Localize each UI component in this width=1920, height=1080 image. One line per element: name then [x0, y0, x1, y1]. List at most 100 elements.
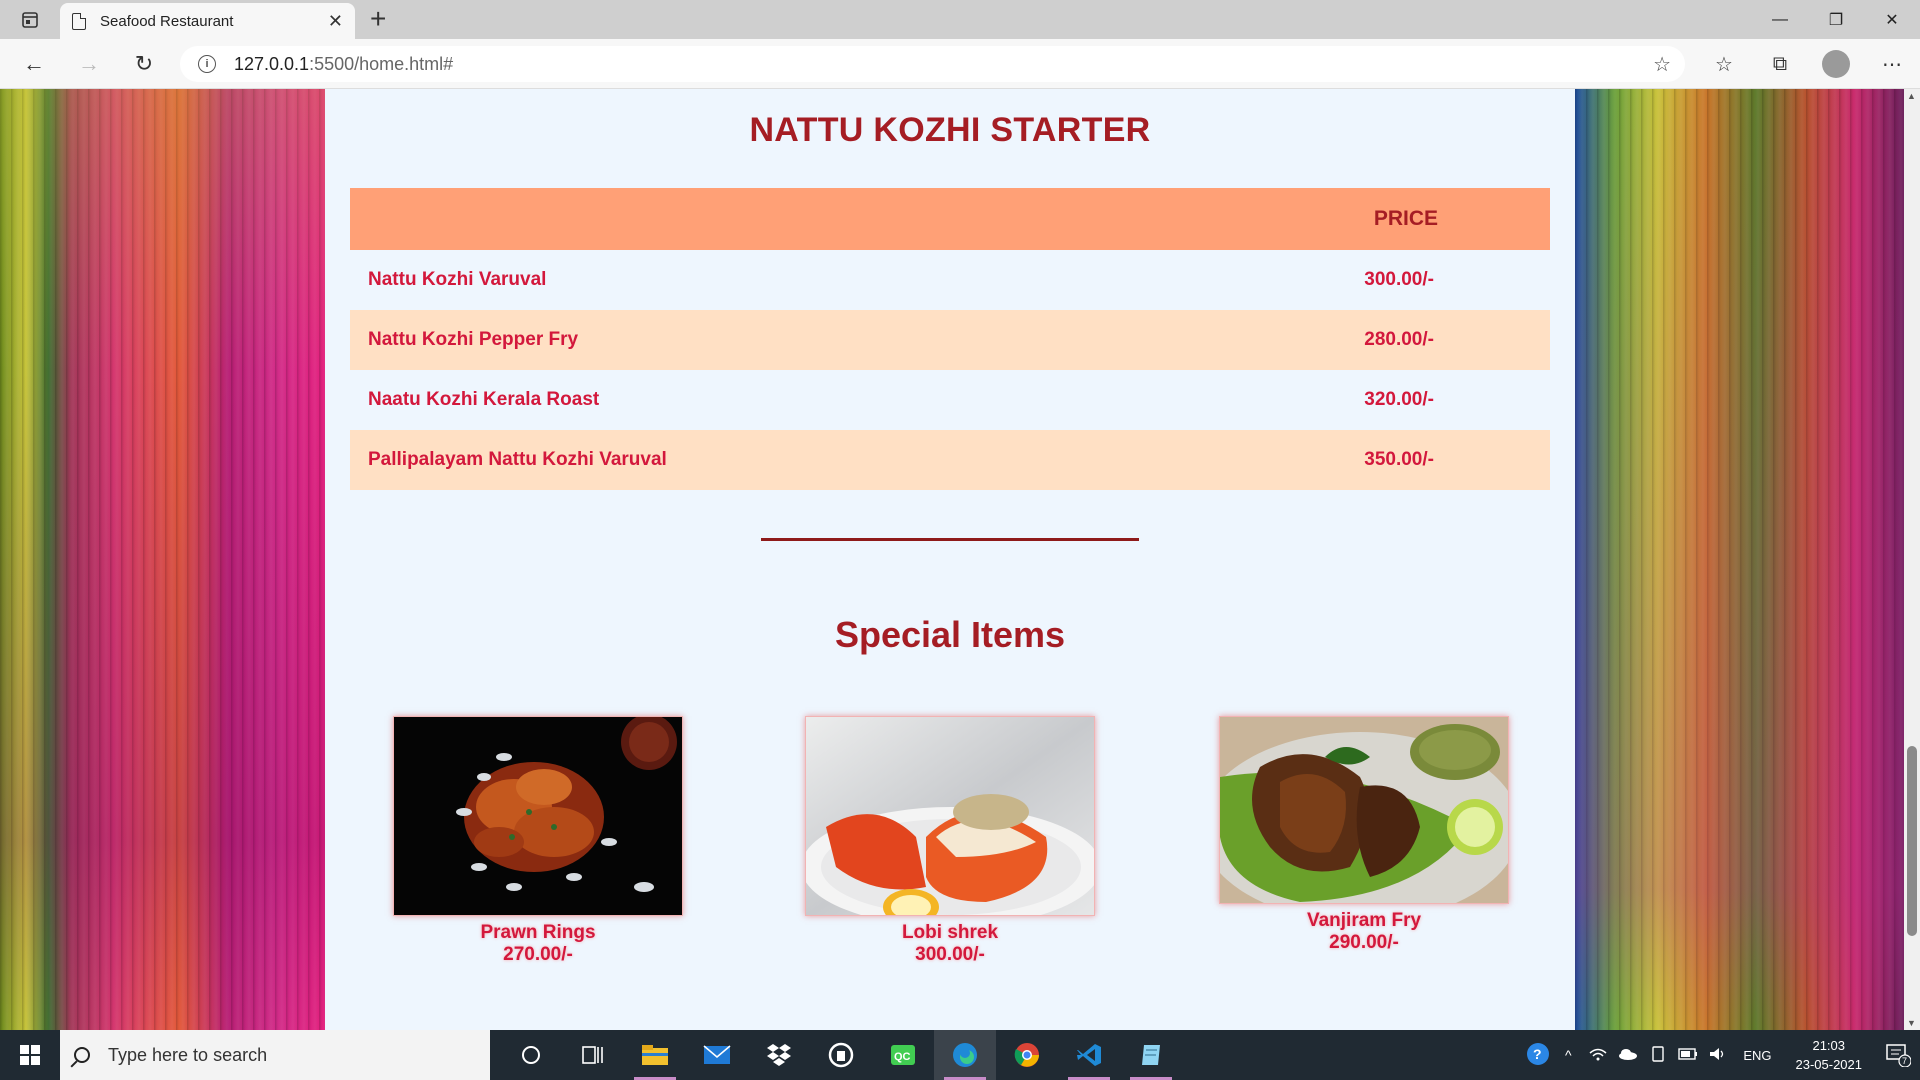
item-name: Pallipalayam Nattu Kozhi Varuval: [368, 449, 667, 470]
wood-background-left: [0, 89, 325, 1030]
active-tab[interactable]: Seafood Restaurant ✕: [60, 3, 355, 39]
tab-actions-button[interactable]: [14, 7, 46, 33]
battery-icon[interactable]: [1675, 1047, 1701, 1063]
dropbox-icon[interactable]: [748, 1030, 810, 1080]
notification-icon: 7: [1886, 1044, 1911, 1067]
notification-center-button[interactable]: 7: [1876, 1030, 1920, 1080]
qt-creator-icon[interactable]: QC: [872, 1030, 934, 1080]
notification-count: 7: [1902, 1056, 1907, 1066]
wood-background-right: [1575, 89, 1904, 1030]
special-item-name: Lobi shrek: [901, 922, 999, 943]
address-bar[interactable]: i 127.0.0.1 :5500/home.html# ☆: [180, 46, 1685, 82]
scrollbar-thumb[interactable]: [1907, 746, 1917, 936]
collections-icon[interactable]: ⧉: [1752, 53, 1808, 76]
tab-close-icon[interactable]: ✕: [328, 11, 343, 32]
help-icon[interactable]: ?: [1525, 1042, 1551, 1069]
start-button[interactable]: [0, 1030, 60, 1080]
scroll-down-icon[interactable]: ▼: [1907, 1018, 1916, 1028]
table-row: Nattu Kozhi Varuval 300.00/-: [350, 250, 1550, 310]
search-placeholder: Type here to search: [108, 1044, 268, 1065]
window-controls: — ❐ ✕: [1752, 0, 1920, 39]
restore-button[interactable]: ❐: [1808, 0, 1864, 39]
chevron-up-icon[interactable]: ^: [1555, 1047, 1581, 1063]
svg-text:QC: QC: [894, 1051, 911, 1063]
cortana-icon[interactable]: [500, 1030, 562, 1080]
url-path: :5500/home.html#: [309, 53, 454, 74]
item-price: 280.00/-: [1364, 329, 1434, 350]
price-header: PRICE: [1373, 207, 1438, 230]
table-row: Naatu Kozhi Kerala Roast 320.00/-: [350, 370, 1550, 430]
profile-avatar[interactable]: [1822, 50, 1850, 78]
clock-time: 21:03: [1812, 1038, 1846, 1053]
volume-icon[interactable]: [1705, 1047, 1731, 1064]
add-favorite-icon[interactable]: ☆: [1653, 52, 1671, 77]
menu-table-header: PRICE: [350, 188, 1550, 250]
table-row: Nattu Kozhi Pepper Fry 280.00/-: [350, 310, 1550, 370]
more-menu-icon[interactable]: ⋯: [1864, 52, 1920, 77]
special-items-title: Special Items: [834, 614, 1066, 655]
tab-title: Seafood Restaurant: [100, 12, 234, 30]
page-viewport: NATTU KOZHI STARTER PRICE Nattu Kozhi Va…: [0, 89, 1904, 1030]
close-window-button[interactable]: ✕: [1864, 0, 1920, 39]
vertical-scrollbar[interactable]: ▲ ▼: [1904, 89, 1920, 1030]
wifi-icon[interactable]: [1585, 1047, 1611, 1064]
item-price: 300.00/-: [1364, 269, 1434, 290]
menu-table: PRICE Nattu Kozhi Varuval 300.00/- Nattu…: [350, 188, 1550, 490]
toolbar-right: ☆ ⧉ ⋯: [1696, 39, 1920, 89]
browser-window: Seafood Restaurant ✕ + — ❐ ✕ ← → ↻ i 127…: [0, 0, 1920, 1080]
menu-section-title: NATTU KOZHI STARTER: [749, 111, 1151, 149]
item-name: Naatu Kozhi Kerala Roast: [368, 389, 600, 410]
table-row: Pallipalayam Nattu Kozhi Varuval 350.00/…: [350, 430, 1550, 490]
onedrive-icon[interactable]: [1615, 1047, 1641, 1063]
browser-toolbar: ← → ↻ i 127.0.0.1 :5500/home.html# ☆ ☆ ⧉…: [0, 39, 1920, 89]
special-item-name: Vanjiram Fry: [1306, 910, 1422, 931]
tab-actions-icon: [22, 12, 38, 28]
refresh-button[interactable]: ↻: [128, 49, 160, 79]
item-price: 320.00/-: [1364, 389, 1434, 410]
file-explorer-icon[interactable]: [624, 1030, 686, 1080]
special-item-price: 290.00/-: [1329, 932, 1399, 953]
windows-logo-icon: [20, 1045, 40, 1065]
minimize-button[interactable]: —: [1752, 0, 1808, 39]
lobster-image: [805, 716, 1095, 916]
chrome-icon[interactable]: [996, 1030, 1058, 1080]
prawn-rings-image: [393, 716, 683, 916]
github-desktop-icon[interactable]: [810, 1030, 872, 1080]
task-view-icon[interactable]: [562, 1030, 624, 1080]
info-icon[interactable]: i: [198, 55, 216, 73]
scroll-up-icon[interactable]: ▲: [1907, 91, 1916, 101]
special-item-price: 300.00/-: [915, 944, 985, 965]
special-item-price: 270.00/-: [503, 944, 573, 965]
system-tray: ? ^ ENG 21:03 23-05-2021 7: [1523, 1030, 1920, 1080]
item-price: 350.00/-: [1364, 449, 1434, 470]
special-item-card[interactable]: Lobi shrek 300.00/-: [805, 716, 1095, 966]
item-name: Nattu Kozhi Pepper Fry: [368, 329, 579, 350]
page-content: NATTU KOZHI STARTER PRICE Nattu Kozhi Va…: [325, 89, 1575, 1030]
mail-icon[interactable]: [686, 1030, 748, 1080]
clock-date: 23-05-2021: [1795, 1057, 1863, 1072]
clock[interactable]: 21:03 23-05-2021: [1796, 1036, 1863, 1074]
url-host: 127.0.0.1: [234, 53, 310, 74]
vscode-icon[interactable]: [1058, 1030, 1120, 1080]
back-button[interactable]: ←: [18, 49, 50, 79]
taskbar-apps: QC: [500, 1030, 1182, 1080]
page-icon: [72, 12, 86, 30]
favorites-icon[interactable]: ☆: [1696, 52, 1752, 77]
special-item-name: Prawn Rings: [480, 922, 596, 943]
search-icon: [74, 1047, 90, 1063]
item-name: Nattu Kozhi Varuval: [368, 269, 547, 290]
special-item-card[interactable]: Prawn Rings 270.00/-: [393, 716, 683, 966]
new-tab-button[interactable]: +: [370, 4, 386, 34]
vanjiram-fry-image: [1219, 716, 1509, 904]
special-item-card[interactable]: Vanjiram Fry 290.00/-: [1219, 716, 1509, 954]
taskbar-search[interactable]: Type here to search: [60, 1030, 490, 1080]
notepad-icon[interactable]: [1120, 1030, 1182, 1080]
windows-taskbar: Type here to search QC ? ^ ENG 21:03 23-…: [0, 1030, 1920, 1080]
forward-button[interactable]: →: [73, 49, 105, 79]
section-divider: [761, 538, 1139, 541]
title-bar: Seafood Restaurant ✕ + — ❐ ✕: [0, 0, 1920, 39]
edge-icon[interactable]: [934, 1030, 996, 1080]
svg-text:?: ?: [1533, 1046, 1542, 1062]
device-icon[interactable]: [1645, 1045, 1671, 1065]
language-indicator[interactable]: ENG: [1743, 1048, 1771, 1063]
